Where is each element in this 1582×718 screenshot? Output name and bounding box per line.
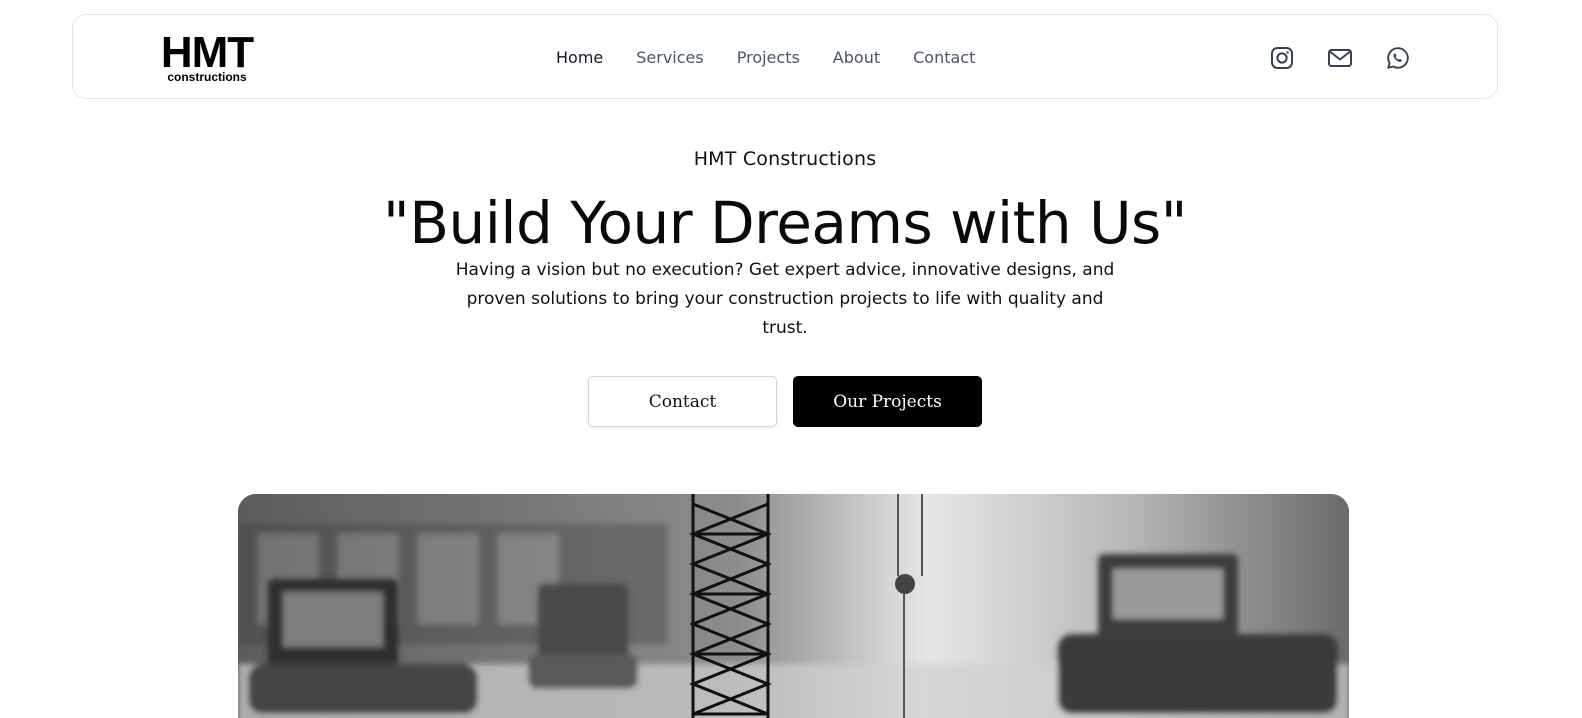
nav-link-contact[interactable]: Contact	[913, 48, 975, 67]
hero-description: Having a vision but no execution? Get ex…	[455, 260, 1115, 338]
logo-mark: HMT	[160, 28, 254, 77]
nav-link-projects[interactable]: Projects	[737, 48, 800, 67]
our-projects-button[interactable]: Our Projects	[793, 376, 982, 427]
hero-kicker: HMT Constructions	[693, 148, 877, 170]
hero-construction-image	[238, 494, 1349, 718]
logo-subtitle: constructions	[167, 70, 247, 84]
construction-site-photo	[238, 494, 1349, 718]
nav-link-services[interactable]: Services	[636, 48, 703, 67]
brand-logo[interactable]: HMT constructions	[155, 28, 265, 85]
main-nav: Home Services Projects About Contact	[556, 15, 1008, 100]
top-navbar: HMT constructions Home Services Projects…	[72, 14, 1498, 99]
contact-button[interactable]: Contact	[588, 376, 777, 427]
nav-link-about[interactable]: About	[833, 48, 880, 67]
whatsapp-icon[interactable]	[1385, 45, 1411, 71]
instagram-icon[interactable]	[1269, 45, 1295, 71]
hero-title: "Build Your Dreams with Us"	[383, 189, 1187, 257]
social-links	[1269, 45, 1411, 71]
mail-icon[interactable]	[1327, 45, 1353, 71]
nav-link-home[interactable]: Home	[556, 48, 603, 67]
